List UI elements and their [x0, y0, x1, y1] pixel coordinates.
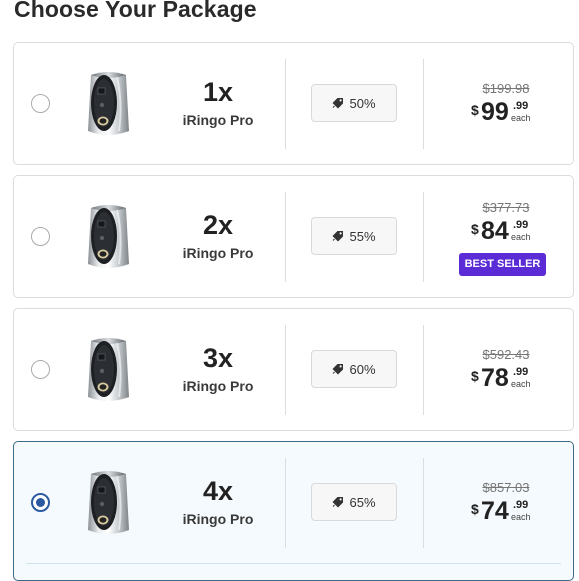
price-unit: each: [511, 512, 531, 522]
product-name: iRingo Pro: [182, 378, 254, 394]
discount-badge: 65%: [311, 483, 397, 521]
radio-button-icon[interactable]: [31, 493, 50, 512]
price-cents: .99: [513, 366, 529, 378]
currency-symbol: $: [471, 221, 479, 237]
tag-icon: [332, 497, 344, 508]
package-option-4[interactable]: 4x iRingo Pro 65% $857.03 $ 74 .99 each: [13, 441, 574, 581]
divider: [423, 458, 424, 548]
original-price: $377.73: [482, 200, 530, 215]
smart-ring-icon: [88, 205, 129, 268]
quantity-label: 3x: [202, 343, 234, 373]
price-unit: each: [511, 232, 531, 242]
package-option-1[interactable]: 1x iRingo Pro 50% $199.98 $ 99 .99 each: [13, 42, 574, 165]
original-price: $199.98: [482, 81, 530, 96]
package-option-3[interactable]: 3x iRingo Pro 60% $592.43 $ 78 .99 each: [13, 308, 574, 431]
currency-symbol: $: [471, 102, 479, 118]
current-price: $ 74 .99 each: [471, 497, 560, 525]
discount-badge: 60%: [311, 350, 397, 388]
quantity-label: 2x: [202, 210, 234, 240]
price-unit: each: [511, 379, 531, 389]
discount-label: 60%: [349, 361, 376, 377]
price-cents: .99: [513, 100, 529, 112]
product-name: iRingo Pro: [182, 245, 254, 261]
price-cents: .99: [513, 219, 529, 231]
discount-label: 55%: [349, 228, 376, 244]
currency-symbol: $: [471, 368, 479, 384]
product-name: iRingo Pro: [182, 112, 254, 128]
best-seller-badge: BEST SELLER: [459, 253, 546, 276]
tag-icon: [332, 231, 344, 242]
discount-badge: 55%: [311, 217, 397, 255]
smart-ring-icon: [88, 72, 129, 135]
smart-ring-icon: [88, 471, 129, 534]
quantity-label: 4x: [202, 476, 234, 506]
radio-button-icon[interactable]: [31, 227, 50, 246]
discount-label: 65%: [349, 494, 376, 510]
quantity-block: 1x iRingo Pro: [174, 77, 262, 128]
divider: [423, 325, 424, 415]
radio-button-icon[interactable]: [31, 94, 50, 113]
discount-label: 50%: [349, 95, 376, 111]
quantity-block: 4x iRingo Pro: [174, 476, 262, 527]
original-price: $592.43: [482, 347, 530, 362]
tag-icon: [332, 98, 344, 109]
package-option-2[interactable]: 2x iRingo Pro 55% $377.73 $ 84 .99 each …: [13, 175, 574, 298]
tag-icon: [332, 364, 344, 375]
price-block: $377.73 $ 84 .99 each BEST SELLER: [450, 200, 560, 276]
discount-badge: 50%: [311, 84, 397, 122]
price-whole: 74: [481, 497, 509, 525]
current-price: $ 78 .99 each: [471, 364, 560, 392]
currency-symbol: $: [471, 501, 479, 517]
quantity-label: 1x: [202, 77, 234, 107]
divider: [285, 59, 286, 149]
divider: [26, 563, 561, 564]
divider: [285, 192, 286, 282]
price-unit: each: [511, 113, 531, 123]
quantity-block: 3x iRingo Pro: [174, 343, 262, 394]
radio-selected-dot: [36, 498, 45, 507]
price-whole: 78: [481, 364, 509, 392]
divider: [285, 458, 286, 548]
quantity-block: 2x iRingo Pro: [174, 210, 262, 261]
product-name: iRingo Pro: [182, 511, 254, 527]
radio-button-icon[interactable]: [31, 360, 50, 379]
current-price: $ 84 .99 each: [471, 217, 560, 245]
divider: [423, 59, 424, 149]
price-block: $857.03 $ 74 .99 each: [450, 480, 560, 525]
divider: [285, 325, 286, 415]
price-whole: 99: [481, 98, 509, 126]
current-price: $ 99 .99 each: [471, 98, 560, 126]
price-block: $592.43 $ 78 .99 each: [450, 347, 560, 392]
smart-ring-icon: [88, 338, 129, 401]
price-block: $199.98 $ 99 .99 each: [450, 81, 560, 126]
original-price: $857.03: [482, 480, 530, 495]
page-title: Choose Your Package: [14, 0, 257, 22]
price-whole: 84: [481, 217, 509, 245]
price-cents: .99: [513, 499, 529, 511]
divider: [423, 192, 424, 282]
